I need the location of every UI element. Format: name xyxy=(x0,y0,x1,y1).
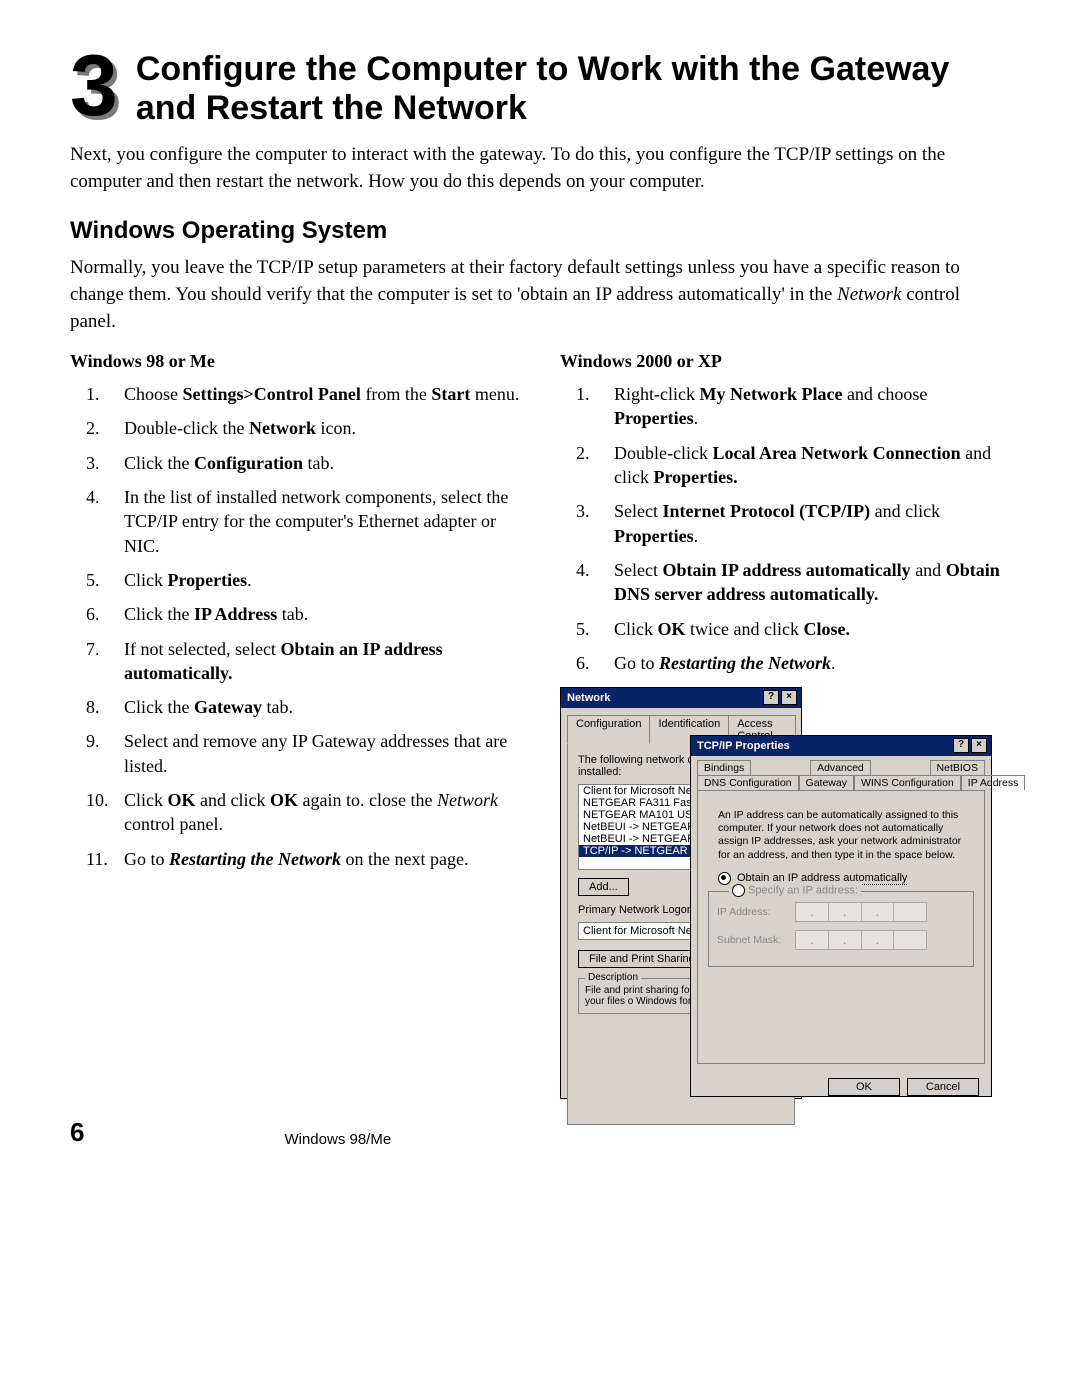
list-item: Select Obtain IP address automatically a… xyxy=(560,558,1010,607)
footer: 6 Windows 98/Me xyxy=(70,1117,1010,1148)
list-item: In the list of installed network compone… xyxy=(70,485,520,558)
list-item: Click OK twice and click Close. xyxy=(560,617,1010,641)
titlebar: Network ? × xyxy=(561,688,801,708)
list-item: Select and remove any IP Gateway address… xyxy=(70,729,520,778)
tcpip-window: TCP/IP Properties ? × Bindings Advanced … xyxy=(690,735,992,1097)
ip-address-field: ... xyxy=(795,902,927,922)
column-left: Windows 98 or Me Choose Settings>Control… xyxy=(70,351,520,1107)
close-icon[interactable]: × xyxy=(781,690,797,705)
window-title: Network xyxy=(567,692,610,704)
column-right: Windows 2000 or XP Right-click My Networ… xyxy=(560,351,1010,1107)
list-item: Right-click My Network Place and choose … xyxy=(560,382,1010,431)
tab-gateway[interactable]: Gateway xyxy=(799,775,854,790)
list-item: Double-click Local Area Network Connecti… xyxy=(560,441,1010,490)
list-item: Double-click the Network icon. xyxy=(70,416,520,440)
heading-block: 3 3 Configure the Computer to Work with … xyxy=(70,50,1010,128)
left-list: Choose Settings>Control Panel from the S… xyxy=(70,382,520,871)
list-item: Go to Restarting the Network on the next… xyxy=(70,847,520,871)
tab-wins[interactable]: WINS Configuration xyxy=(854,775,961,790)
subnet-mask-label: Subnet Mask: xyxy=(717,934,787,946)
tab-netbios[interactable]: NetBIOS xyxy=(930,760,985,775)
right-heading: Windows 2000 or XP xyxy=(560,351,1010,372)
caption: Windows 98/Me xyxy=(284,1131,391,1148)
tcpip-note: An IP address can be automatically assig… xyxy=(708,801,974,866)
tab-configuration[interactable]: Configuration xyxy=(567,715,650,744)
subnet-mask-field: ... xyxy=(795,930,927,950)
titlebar: TCP/IP Properties ? × xyxy=(691,736,991,756)
right-list: Right-click My Network Place and choose … xyxy=(560,382,1010,675)
left-heading: Windows 98 or Me xyxy=(70,351,520,372)
page-number: 6 xyxy=(70,1117,84,1148)
radio-icon[interactable] xyxy=(732,884,745,897)
add-button[interactable]: Add... xyxy=(578,878,629,896)
help-icon[interactable]: ? xyxy=(953,738,969,753)
tab-dns[interactable]: DNS Configuration xyxy=(697,775,799,790)
list-item: Go to Restarting the Network. xyxy=(560,651,1010,675)
page-title: Configure the Computer to Work with the … xyxy=(136,50,1010,128)
help-icon[interactable]: ? xyxy=(763,690,779,705)
tab-advanced[interactable]: Advanced xyxy=(810,760,871,775)
list-item: If not selected, select Obtain an IP add… xyxy=(70,637,520,686)
section-heading: Windows Operating System xyxy=(70,217,1010,245)
list-item: Click the Gateway tab. xyxy=(70,695,520,719)
cancel-button[interactable]: Cancel xyxy=(907,1078,979,1096)
list-item: Click the Configuration tab. xyxy=(70,451,520,475)
step-number: 3 3 xyxy=(70,50,118,123)
list-item: Select Internet Protocol (TCP/IP) and cl… xyxy=(560,499,1010,548)
ok-button[interactable]: OK xyxy=(828,1078,900,1096)
screenshot: Network ? × Configuration Identification… xyxy=(560,687,1010,1107)
tab-bindings[interactable]: Bindings xyxy=(697,760,751,775)
intro-text: Next, you configure the computer to inte… xyxy=(70,142,1010,195)
list-item: Click Properties. xyxy=(70,568,520,592)
close-icon[interactable]: × xyxy=(971,738,987,753)
list-item: Choose Settings>Control Panel from the S… xyxy=(70,382,520,406)
ip-address-label: IP Address: xyxy=(717,906,787,918)
window-title: TCP/IP Properties xyxy=(697,740,790,752)
section-body: Normally, you leave the TCP/IP setup par… xyxy=(70,255,1010,335)
tab-ip-address[interactable]: IP Address xyxy=(961,775,1026,790)
list-item: Click OK and click OK again to. close th… xyxy=(70,788,520,837)
list-item: Click the IP Address tab. xyxy=(70,602,520,626)
